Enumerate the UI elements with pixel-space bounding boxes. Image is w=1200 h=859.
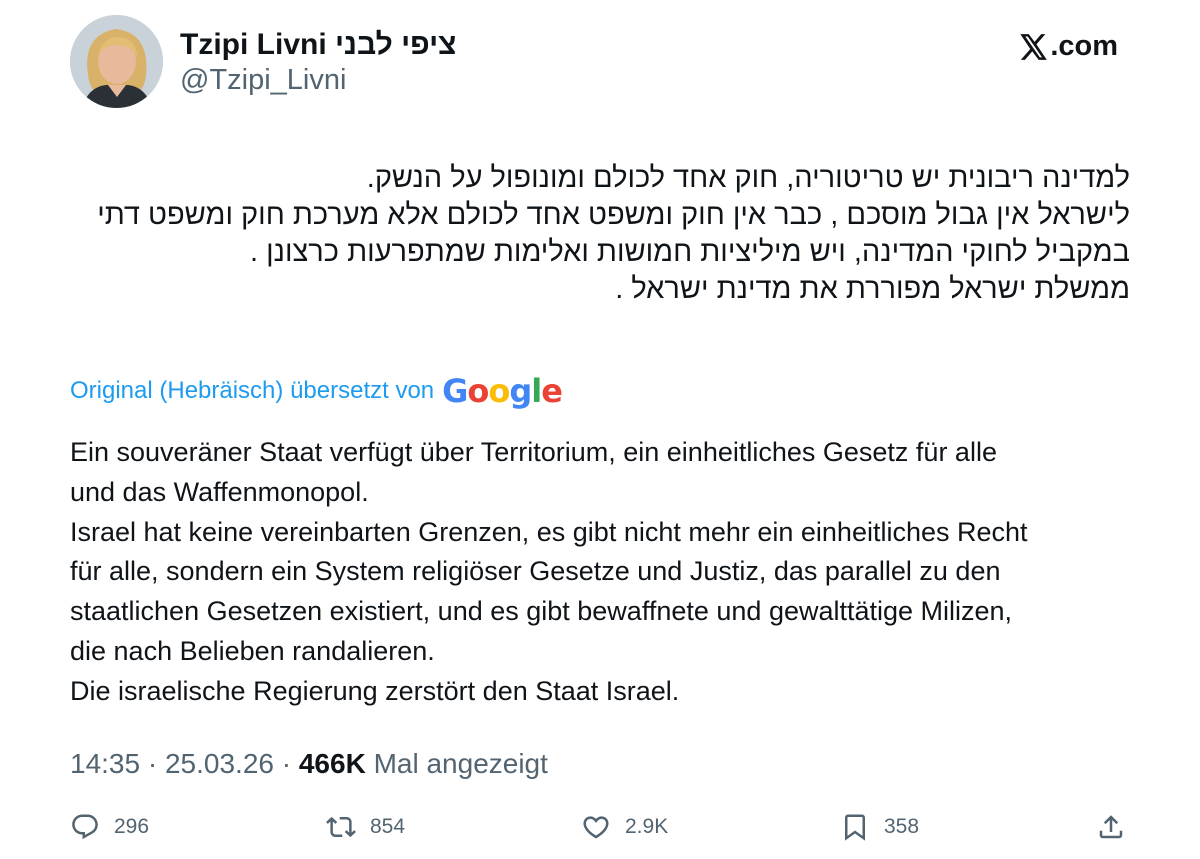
tweet-meta: 14:35 · 25.03.26 · 466K Mal angezeigt — [70, 748, 548, 780]
tweet-original-text: למדינה ריבונית יש טריטוריה, חוק אחד לכול… — [70, 160, 1130, 308]
repost-icon — [326, 816, 356, 838]
translated-line: für alle, sondern ein System religiöser … — [70, 556, 1001, 587]
site-label: .com — [1050, 30, 1118, 62]
translated-line: und das Waffenmonopol. — [70, 476, 369, 507]
translated-line: Die israelische Regierung zerstört den S… — [70, 675, 680, 706]
bookmark-count: 358 — [884, 815, 920, 838]
meta-separator: · — [281, 748, 292, 779]
original-line: לישראל אין גבול מוסכם , כבר אין חוק ומשפ… — [97, 199, 1130, 231]
author-display-name[interactable]: Tzipi Livni ציפי לבני — [180, 28, 456, 62]
tweet-translated-text: Ein souveräner Staat verfügt über Territ… — [70, 433, 1150, 712]
like-count: 2.9K — [625, 815, 669, 838]
translation-toggle[interactable]: Original (Hebräisch) übersetzt von Googl… — [70, 372, 563, 410]
site-branding: .com — [1020, 30, 1118, 63]
translated-line: Israel hat keine vereinbarten Grenzen, e… — [70, 516, 1028, 547]
like-button[interactable]: 2.9K — [581, 805, 668, 849]
view-count: 466K — [298, 748, 366, 779]
avatar[interactable] — [70, 15, 163, 108]
meta-separator: · — [147, 748, 158, 779]
heart-icon — [583, 816, 609, 839]
translation-notice: Original (Hebräisch) übersetzt von — [70, 377, 435, 404]
reply-count: 296 — [114, 815, 150, 838]
bookmark-icon — [845, 814, 865, 841]
repost-button[interactable]: 854 — [326, 805, 405, 849]
original-line: במקביל לחוקי המדינה, ויש מיליציות חמושות… — [250, 236, 1130, 268]
bookmark-button[interactable]: 358 — [840, 805, 919, 849]
tweet-time[interactable]: 14:35 — [70, 748, 140, 779]
original-line: ממשלת ישראל מפוררת את מדינת ישראל . — [615, 273, 1130, 305]
x-logo-icon — [1020, 33, 1048, 60]
reply-icon — [72, 814, 98, 840]
share-icon — [1099, 815, 1123, 839]
translated-line: die nach Belieben randalieren. — [70, 635, 435, 666]
action-bar: 296 854 2.9K 358 — [70, 805, 1130, 849]
repost-count: 854 — [370, 815, 406, 838]
tweet-date[interactable]: 25.03.26 — [165, 748, 274, 779]
author-handle[interactable]: @Tzipi_Livni — [180, 64, 346, 97]
reply-button[interactable]: 296 — [70, 805, 149, 849]
original-line: למדינה ריבונית יש טריטוריה, חוק אחד לכול… — [366, 162, 1130, 194]
view-count-label: Mal angezeigt — [373, 748, 548, 779]
translated-line: staatlichen Gesetzen existiert, und es g… — [70, 596, 1013, 627]
profile-photo — [70, 15, 163, 108]
share-button[interactable] — [1096, 805, 1126, 849]
translated-line: Ein souveräner Staat verfügt über Territ… — [70, 437, 997, 467]
google-logo: Google — [442, 372, 563, 410]
